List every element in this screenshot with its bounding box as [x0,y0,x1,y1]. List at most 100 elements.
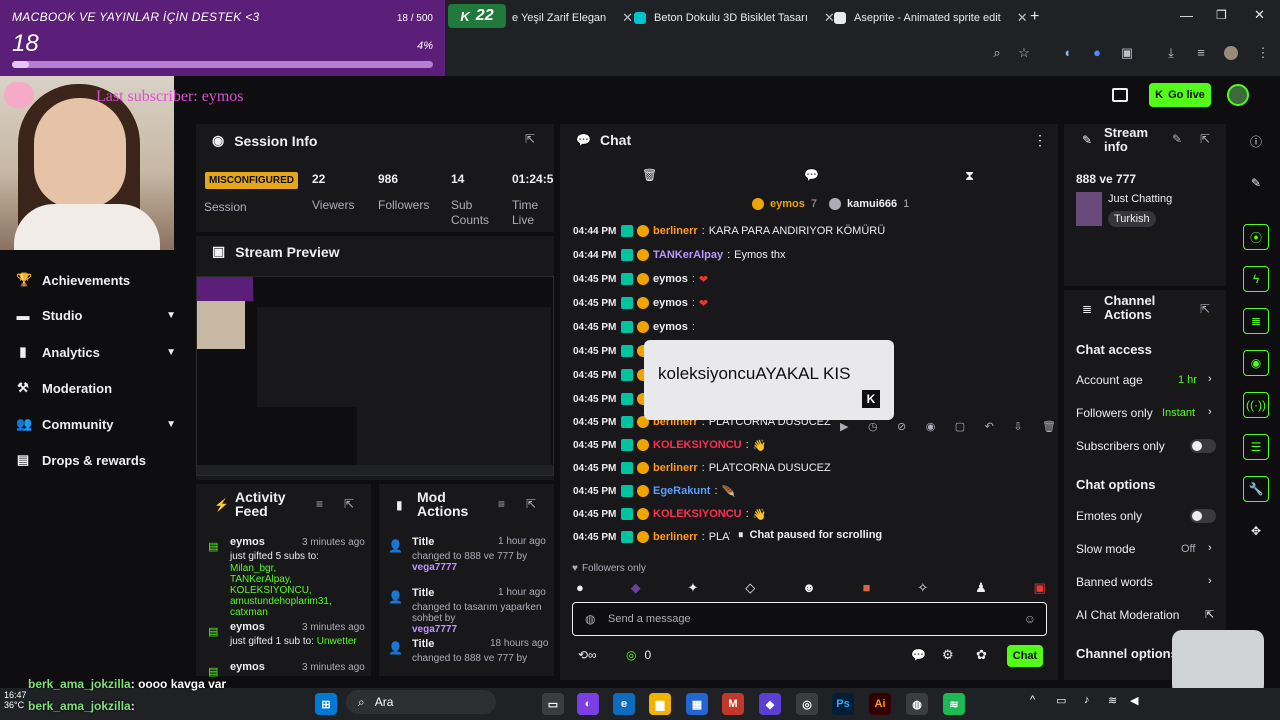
message-username[interactable]: berlinerr [653,462,698,474]
github-icon[interactable]: ◍ [906,693,928,715]
account-age-value[interactable]: 1 hr [1178,374,1197,386]
maximize-button[interactable]: ❐ [1216,8,1227,22]
sidebar-item-achievements[interactable]: 🏆 Achievements [16,272,176,288]
popout-icon[interactable]: ⇱ [525,132,535,146]
emote-icon[interactable]: ◇ [745,580,755,598]
gmail-icon[interactable]: M [722,693,744,715]
emotes-only-toggle[interactable] [1190,509,1216,523]
message-username[interactable]: berlinerr [653,531,698,543]
profile-avatar[interactable] [1224,46,1238,60]
close-icon[interactable]: ✕ [1017,10,1028,26]
pin-icon[interactable]: ⇩ [1013,420,1022,440]
weather-widget[interactable]: 16:47 36°C [4,690,27,710]
browser-tab-2[interactable]: Beton Dokulu 3D Bisiklet Tasarı ✕ [634,8,835,28]
tab-timer[interactable]: K 22 [448,4,506,28]
slow-mode-value[interactable]: Off [1181,543,1195,555]
tray-icon[interactable]: ▭ [1056,694,1066,707]
followers-only-value[interactable]: Instant [1162,407,1195,419]
popout-icon[interactable]: ⇱ [1200,302,1210,316]
mod-action-by[interactable]: vega7777 [412,624,552,635]
popout-icon[interactable]: ⇱ [344,497,354,511]
gear-icon[interactable]: ⚙ [942,647,954,663]
eye-icon[interactable]: ◉ [926,420,936,440]
sidebar-item-drops[interactable]: ▤ Drops & rewards [16,452,176,468]
emoji-icon[interactable]: ☺ [1024,612,1036,626]
task-view-icon[interactable]: ▭ [542,693,564,715]
category-name[interactable]: Just Chatting [1108,193,1172,205]
stack-icon[interactable]: ☰ [1243,434,1269,460]
external-link-icon[interactable]: ⇱ [1205,608,1214,621]
link-icon[interactable]: ⟲∞ [578,648,597,662]
new-tab-button[interactable]: + [1030,8,1039,26]
user-avatar[interactable] [1227,84,1249,106]
close-icon[interactable]: ✕ [622,10,633,26]
chat-message[interactable]: 04:45 PM [573,390,653,408]
reply-icon[interactable]: ↶ [985,420,994,440]
hourglass-icon[interactable]: ⧗ [965,168,974,184]
message-username[interactable]: eymos [653,273,688,285]
read-aloud-icon[interactable]: ◖ [1060,46,1074,60]
chat-message[interactable]: 04:45 PM KOLEKSIYONCU: 👋 [573,505,766,523]
emote-icon[interactable]: ✦ [688,580,699,598]
clock-icon[interactable]: ◷ [868,420,878,440]
list-icon[interactable]: ≣ [1243,308,1269,334]
sidebar-item-moderation[interactable]: ⚒ Moderation [16,380,176,396]
message-username[interactable]: eymos [653,321,688,333]
chat-message[interactable]: 04:44 PM berlinerr: KARA PARA ANDIRIYOR KÖ… [573,222,885,240]
extension-icon[interactable]: ● [1090,46,1104,60]
star-icon[interactable]: ☆ [1017,46,1031,60]
go-live-button[interactable]: K Go live [1149,83,1211,107]
emote-icon[interactable]: ☻ [802,580,816,598]
chevron-right-icon[interactable]: › [1208,406,1212,418]
browser-tab-1[interactable]: e Yeşil Zarif Elegan ✕ [512,8,633,28]
emote-icon[interactable]: ◆ [631,580,641,598]
message-username[interactable]: berlinerr [653,225,698,237]
info-icon[interactable]: ⓘ [1243,128,1269,154]
emote-icon[interactable]: ✧ [917,580,928,598]
subscribers-only-toggle[interactable] [1190,439,1216,453]
reading-list-icon[interactable]: ≡ [1194,46,1208,60]
message-username[interactable]: KOLEKSIYONCU [653,439,742,451]
popout-icon[interactable]: ⇱ [526,497,536,511]
chevron-up-icon[interactable]: ^ [1030,694,1035,706]
chat-paused-banner[interactable]: ⏸ Chat paused for scrolling [730,526,892,544]
edge-icon[interactable]: e [613,693,635,715]
message-username[interactable]: KOLEKSIYONCU [653,508,742,520]
photoshop-icon[interactable]: Ps [832,693,854,715]
puzzle-icon[interactable]: ▣ [1120,46,1134,60]
stream-preview-video[interactable] [196,276,554,476]
emote-icon[interactable]: ▣ [1034,580,1046,598]
activity-user[interactable]: eymos [230,536,265,548]
chat-input[interactable]: ◍ Send a message ☺ [572,602,1047,636]
message-username[interactable]: EgeRakunt [653,485,710,497]
sidebar-item-analytics[interactable]: ▮ Analytics ▼ [16,344,176,360]
send-chat-button[interactable]: Chat [1007,645,1043,667]
more-options-icon[interactable]: ⋮ [1033,132,1047,149]
add-widget-icon[interactable]: ✥ [1243,518,1269,544]
chevron-right-icon[interactable]: › [1208,542,1212,554]
copy-icon[interactable]: ▢ [955,420,965,440]
chevron-right-icon[interactable]: › [1208,373,1212,385]
camera-icon[interactable]: ⦿ [1243,224,1269,250]
chat-message[interactable]: 04:45 PM [573,366,653,384]
theater-icon[interactable] [1112,88,1128,102]
message-username[interactable]: TANKerAlpay [653,249,723,261]
gifter-name[interactable]: eymos [770,198,805,210]
taskbar-search[interactable]: ⌕ Ara [346,690,496,714]
chat-message[interactable]: 04:45 PM eymos: ❤ [573,294,708,312]
download-icon[interactable]: ⤓ [1164,46,1178,60]
chat-icon[interactable]: 💬 [911,648,926,662]
copilot-icon[interactable]: ◐ [577,693,599,715]
menu-icon[interactable]: ⋮ [1256,46,1270,60]
broadcast-icon[interactable]: ((·)) [1243,392,1269,418]
trash-icon[interactable]: 🗑 [1042,420,1056,440]
store-icon[interactable]: ▦ [686,693,708,715]
chat-message[interactable]: 04:45 PM berlinerr: PLATCORNA DUSUCEZ [573,459,831,477]
chat-message[interactable]: 04:44 PM TANKerAlpay: Eymos thx [573,246,786,264]
pen-icon[interactable]: ✎ [1243,170,1269,196]
illustrator-icon[interactable]: Ai [869,693,891,715]
chat-message[interactable]: 04:45 PM eymos: ❤ [573,270,708,288]
volume-icon[interactable]: ◀ [1130,694,1138,707]
chevron-right-icon[interactable]: › [1208,575,1212,587]
filter-icon[interactable]: ≡ [316,497,323,511]
